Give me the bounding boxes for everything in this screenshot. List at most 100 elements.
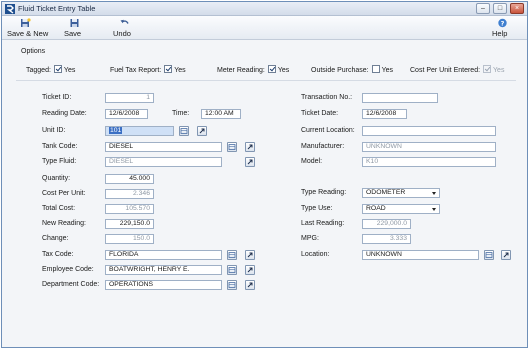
total-cost-label: Total Cost:: [42, 205, 76, 212]
cost-per-unit-entered-checkbox: [483, 65, 492, 73]
help-label: Help: [492, 29, 508, 38]
cost-per-unit-field: 2.346: [105, 189, 154, 199]
outside-purchase-checkbox[interactable]: [371, 65, 380, 73]
unit-id-label: Unit ID:: [42, 127, 66, 134]
ticket-date-label: Ticket Date:: [301, 110, 339, 117]
tagged-checkbox[interactable]: [53, 65, 62, 73]
cost-per-unit-label: Cost Per Unit:: [42, 190, 86, 197]
department-code-lookup-button[interactable]: [227, 280, 237, 290]
tax-code-field[interactable]: FLORIDA: [105, 250, 222, 260]
unit-id-value: 101: [109, 127, 123, 134]
ticket-id-label: Ticket ID:: [42, 94, 72, 101]
fuel-tax-report-checkbox[interactable]: [164, 65, 173, 73]
meter-reading-option[interactable]: Meter Reading: Yes: [217, 65, 289, 74]
chevron-down-icon: [432, 192, 436, 195]
goto-arrow-icon: [199, 128, 205, 134]
toolbar: Save & New Save Undo ? Help: [2, 16, 527, 40]
lookup-grid-icon: [228, 252, 236, 258]
change-field: 150.0: [105, 234, 154, 244]
location-field[interactable]: UNKNOWN: [362, 250, 479, 260]
fuel-tax-report-option[interactable]: Fuel Tax Report: Yes: [110, 65, 186, 74]
app-logo-icon: [5, 4, 15, 14]
help-button[interactable]: ? Help: [492, 18, 512, 38]
tank-code-goto-button[interactable]: [245, 142, 255, 152]
manufacturer-field: UNKNOWN: [362, 142, 496, 152]
type-use-label: Type Use:: [301, 205, 333, 212]
tax-code-goto-button[interactable]: [245, 250, 255, 260]
goto-arrow-icon: [503, 252, 509, 258]
type-fluid-goto-button[interactable]: [245, 157, 255, 167]
chevron-down-icon: [432, 208, 436, 211]
type-fluid-label: Type Fluid:: [42, 158, 77, 165]
reading-date-label: Reading Date:: [42, 110, 87, 117]
cost-per-unit-entered-label: Cost Per Unit Entered:: [410, 67, 481, 74]
fuel-tax-report-label: Fuel Tax Report:: [110, 67, 162, 74]
quantity-field[interactable]: 45.000: [105, 174, 154, 184]
minimize-button[interactable]: –: [476, 3, 490, 14]
model-label: Model:: [301, 158, 323, 165]
tagged-label: Tagged:: [26, 67, 51, 74]
type-use-select[interactable]: ROAD: [362, 204, 440, 214]
current-location-label: Current Location:: [301, 127, 355, 134]
unit-id-field[interactable]: 101: [105, 126, 174, 136]
time-field[interactable]: 12:00 AM: [201, 109, 241, 119]
save-button[interactable]: Save: [64, 18, 84, 38]
goto-arrow-icon: [247, 144, 253, 150]
save-new-label: Save & New: [7, 29, 49, 38]
last-reading-field: 229,000.0: [362, 219, 411, 229]
total-cost-field: 105.570: [105, 204, 154, 214]
ticket-date-field[interactable]: 12/6/2008: [362, 109, 407, 119]
time-label: Time:: [172, 110, 190, 117]
meter-reading-checkbox[interactable]: [267, 65, 276, 73]
type-use-value: ROAD: [366, 205, 386, 212]
employee-code-lookup-button[interactable]: [227, 265, 237, 275]
new-reading-label: New Reading:: [42, 220, 86, 227]
location-goto-button[interactable]: [501, 250, 511, 260]
maximize-button[interactable]: □: [493, 3, 507, 14]
department-code-goto-button[interactable]: [245, 280, 255, 290]
window-title: Fluid Ticket Entry Table: [18, 4, 96, 13]
unit-id-goto-button[interactable]: [197, 126, 207, 136]
outside-purchase-option[interactable]: Outside Purchase: Yes: [311, 65, 393, 74]
options-divider: [16, 80, 516, 81]
floppy-disk-icon: [70, 19, 78, 27]
tagged-option[interactable]: Tagged: Yes: [26, 65, 75, 74]
cost-per-unit-entered-option: Cost Per Unit Entered: Yes: [410, 65, 504, 74]
lookup-grid-icon: [228, 144, 236, 150]
manufacturer-label: Manufacturer:: [301, 143, 345, 150]
current-location-field: [362, 126, 496, 136]
maximize-icon: □: [497, 5, 503, 12]
undo-button[interactable]: Undo: [113, 18, 135, 38]
goto-arrow-icon: [247, 159, 253, 165]
mpg-label: MPG:: [301, 235, 319, 242]
location-label: Location:: [301, 251, 330, 258]
save-new-button[interactable]: Save & New: [7, 18, 48, 38]
tax-code-lookup-button[interactable]: [227, 250, 237, 260]
meter-reading-text: Yes: [277, 67, 290, 74]
tank-code-lookup-button[interactable]: [227, 142, 237, 152]
tax-code-label: Tax Code:: [42, 251, 74, 258]
transaction-no-label: Transaction No.:: [301, 94, 353, 101]
reading-date-field[interactable]: 12/6/2008: [105, 109, 148, 119]
new-reading-field[interactable]: 229,150.0: [105, 219, 154, 229]
close-button[interactable]: ×: [510, 3, 524, 14]
transaction-no-field[interactable]: [362, 93, 438, 103]
employee-code-field[interactable]: BOATWRIGHT, HENRY E.: [105, 265, 222, 275]
change-label: Change:: [42, 235, 69, 242]
last-reading-label: Last Reading:: [301, 220, 345, 227]
help-question-icon: ?: [497, 18, 507, 27]
tank-code-field[interactable]: DIESEL: [105, 142, 222, 152]
unit-id-lookup-button[interactable]: [179, 126, 189, 136]
employee-code-goto-button[interactable]: [245, 265, 255, 275]
quantity-label: Quantity:: [42, 175, 71, 182]
type-reading-select[interactable]: ODOMETER: [362, 188, 440, 198]
title-bar[interactable]: Fluid Ticket Entry Table – □ ×: [2, 2, 527, 16]
model-field: K10: [362, 157, 496, 167]
lookup-grid-icon: [180, 128, 188, 134]
location-lookup-button[interactable]: [484, 250, 494, 260]
tank-code-label: Tank Code:: [42, 143, 78, 150]
department-code-field[interactable]: OPERATIONS: [105, 280, 222, 290]
lookup-grid-icon: [228, 267, 236, 273]
tagged-text: Yes: [63, 67, 76, 74]
ticket-entry-window: Fluid Ticket Entry Table – □ × Save & Ne…: [1, 1, 528, 348]
